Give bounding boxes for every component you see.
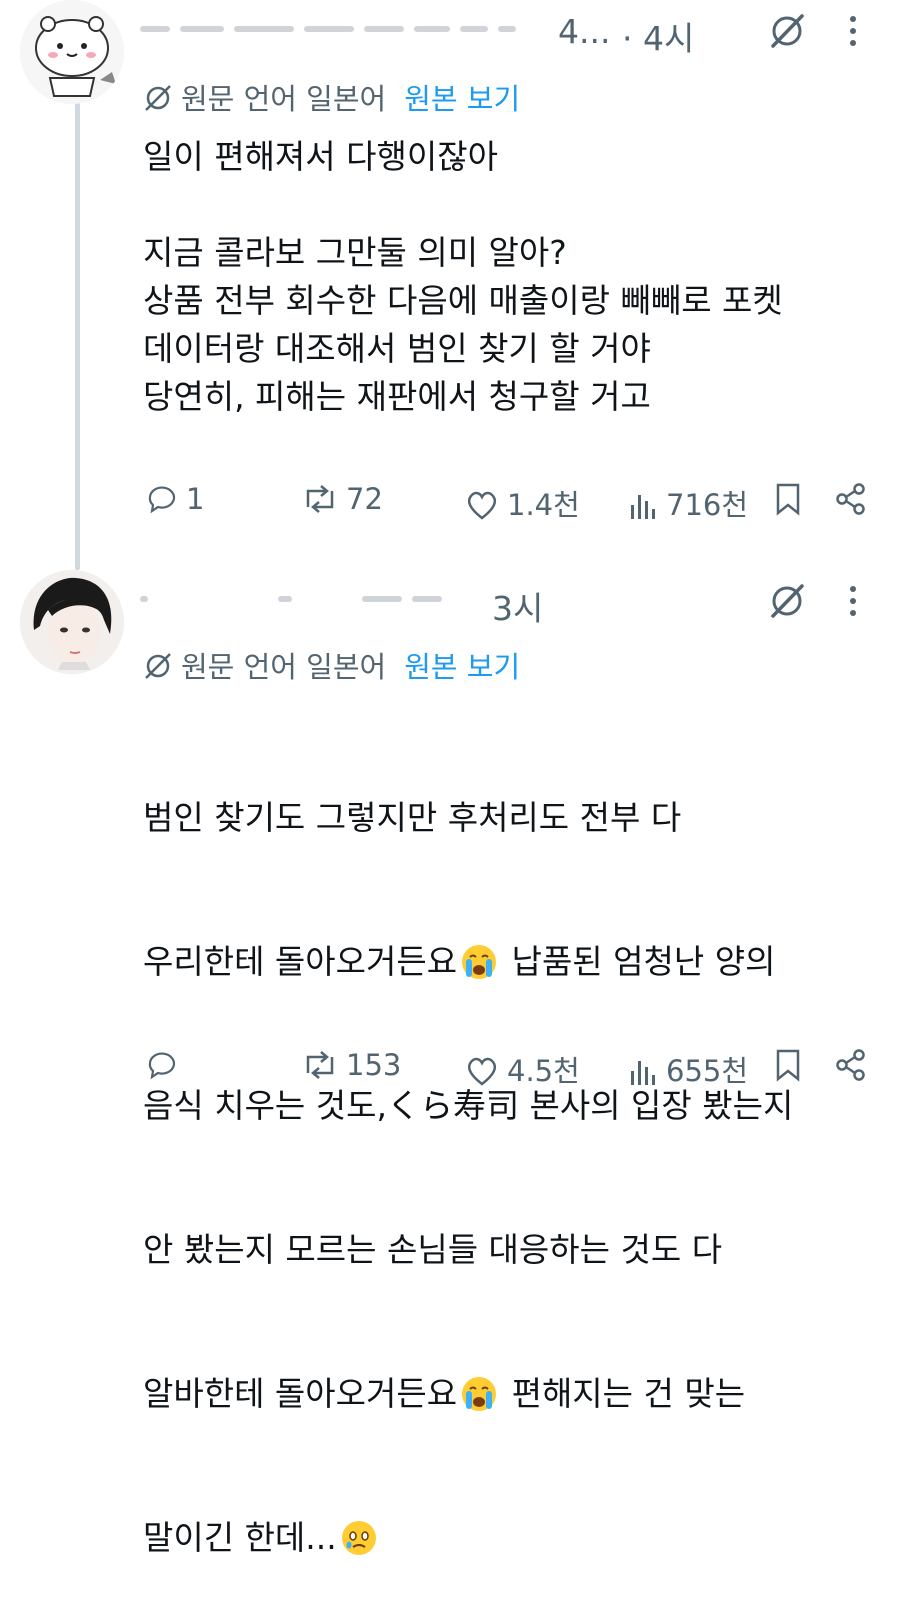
user-handle[interactable]: 4...: [558, 12, 610, 51]
reply-button[interactable]: [146, 1048, 186, 1082]
thread-connector-line: [75, 100, 80, 570]
avatar[interactable]: [20, 570, 124, 674]
text-segment: 알바한테 돌아오거든요: [143, 1374, 458, 1413]
reply-button[interactable]: 1: [146, 482, 204, 516]
text-segment: 말이긴 한데...: [143, 1518, 337, 1557]
share-icon: [836, 483, 865, 515]
display-name-redacted[interactable]: [140, 18, 526, 48]
reply-header: 4... · 4시: [140, 12, 880, 58]
repost-button[interactable]: 153: [302, 1048, 401, 1082]
bookmark-icon: [776, 483, 800, 516]
views-icon: [631, 495, 655, 519]
source-language-label: 원문 언어 일본어: [181, 650, 387, 684]
face-holding-back-tears-emoji-icon: [341, 1521, 376, 1555]
avatar[interactable]: [20, 0, 124, 104]
text-line: 안 봤는지 모르는 손님들 대응하는 것도 다: [143, 1230, 723, 1269]
repost-count: 153: [346, 1048, 402, 1082]
reply-actions: 153 4.5천 655천: [140, 1048, 880, 1088]
bookmark-icon: [776, 1049, 800, 1082]
heart-icon: [467, 491, 497, 520]
view-original-link[interactable]: 원본 보기: [404, 82, 520, 116]
repost-icon: [306, 485, 334, 513]
crying-face-emoji-icon: [462, 945, 497, 979]
like-count: 1.4천: [507, 488, 580, 522]
text-segment: 편해지는 건 맞는: [501, 1374, 746, 1413]
translation-notice: 원문 언어 일본어 원본 보기: [143, 76, 520, 116]
reply-count: 1: [186, 482, 205, 516]
grok-icon[interactable]: [768, 12, 806, 50]
text-line: 우리한테 돌아오거든요 납품된 엄청난 양의: [143, 938, 883, 986]
share-button[interactable]: [834, 1048, 876, 1083]
bookmark-button[interactable]: [774, 482, 810, 517]
reply-text: 일이 편해져서 다행이잖아 지금 콜라보 그만둘 의미 알아? 상품 전부 회수…: [143, 137, 783, 416]
translate-icon: [145, 653, 171, 679]
views-button[interactable]: 716천: [628, 482, 748, 524]
reply-actions: 1 72 1.4천 716천: [140, 482, 880, 522]
grok-icon[interactable]: [768, 582, 806, 620]
timestamp[interactable]: · 4시: [622, 12, 694, 60]
reply-icon: [148, 486, 176, 514]
text-segment: 우리한테 돌아오거든요: [143, 942, 458, 981]
repost-count: 72: [346, 482, 383, 516]
source-language-label: 원문 언어 일본어: [181, 82, 387, 116]
view-count: 655천: [666, 1054, 749, 1088]
translation-notice: 원문 언어 일본어 원본 보기: [143, 644, 520, 684]
like-button[interactable]: 1.4천: [465, 482, 580, 524]
text-line: 알바한테 돌아오거든요 편해지는 건 맞는: [143, 1370, 883, 1418]
like-button[interactable]: 4.5천: [465, 1048, 580, 1090]
text-line: 범인 찾기도 그렇지만 후처리도 전부 다: [143, 798, 682, 837]
more-options-icon[interactable]: [848, 16, 858, 50]
translate-icon: [145, 85, 171, 111]
reply-header: 3시: [140, 582, 880, 628]
view-original-link[interactable]: 원본 보기: [404, 650, 520, 684]
text-segment: 납품된 엄청난 양의: [501, 942, 776, 981]
more-options-icon[interactable]: [848, 586, 858, 620]
reply-text: 범인 찾기도 그렇지만 후처리도 전부 다 우리한테 돌아오거든요 납품된 엄청…: [143, 698, 883, 1610]
reply-icon: [148, 1052, 176, 1080]
share-button[interactable]: [834, 482, 876, 517]
like-count: 4.5천: [507, 1054, 580, 1088]
bookmark-button[interactable]: [774, 1048, 810, 1083]
views-button[interactable]: 655천: [628, 1048, 748, 1090]
display-name-redacted[interactable]: [140, 588, 452, 618]
crying-face-emoji-icon: [462, 1377, 497, 1411]
share-icon: [836, 1049, 865, 1081]
repost-button[interactable]: 72: [302, 482, 383, 516]
timestamp[interactable]: 3시: [492, 582, 543, 630]
repost-icon: [306, 1051, 334, 1079]
text-line: 말이긴 한데...: [143, 1514, 883, 1562]
views-icon: [631, 1061, 655, 1085]
view-count: 716천: [666, 488, 749, 522]
heart-icon: [467, 1057, 497, 1086]
